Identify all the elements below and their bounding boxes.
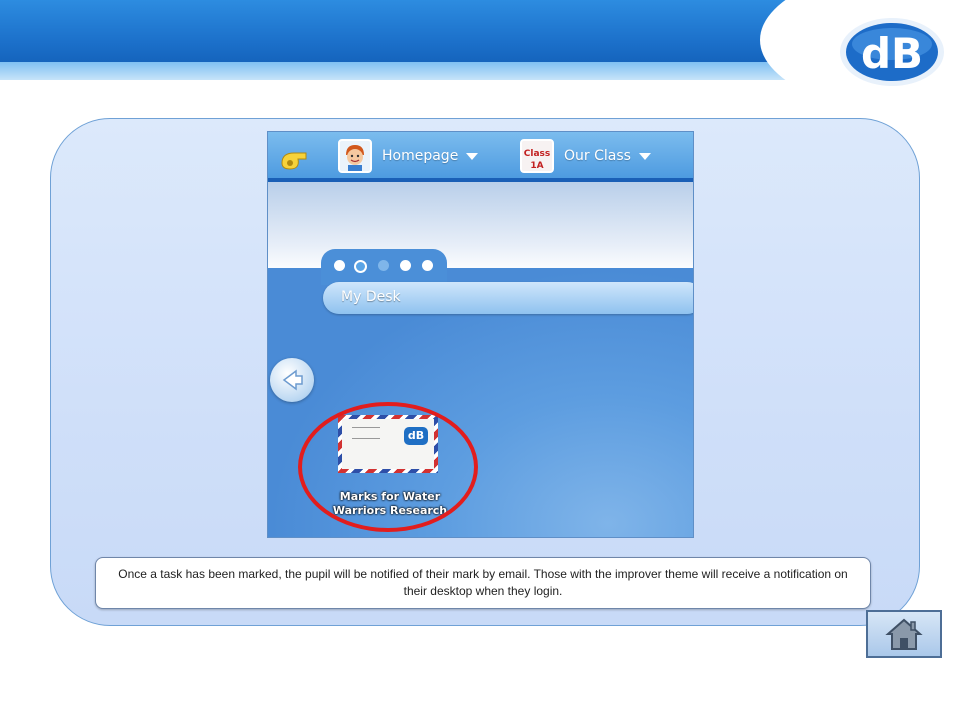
class-icon: Class 1A [520,139,554,173]
back-button[interactable] [270,358,314,402]
carousel-dot[interactable] [422,260,433,271]
nav-homepage-label: Homepage [382,148,459,164]
highlight-ring [298,402,478,532]
carousel-dot-active[interactable] [354,260,367,273]
screenshot-nav-bar: Homepage Class 1A Our Class [268,132,693,182]
nav-homepage[interactable]: Homepage [338,138,479,174]
whistle-icon[interactable] [278,142,310,178]
caption-text: Once a task has been marked, the pupil w… [118,567,848,598]
my-desk-title: My Desk [341,289,401,305]
carousel-dot[interactable] [378,260,389,271]
carousel-dot[interactable] [400,260,411,271]
logo-text: dB [861,29,923,78]
home-button[interactable] [866,610,942,658]
nav-our-class[interactable]: Class 1A Our Class [520,138,651,174]
caption-box: Once a task has been marked, the pupil w… [95,557,871,609]
chevron-down-icon [466,152,479,160]
carousel-dot[interactable] [334,260,345,271]
top-banner [0,0,960,80]
nav-our-class-label: Our Class [564,148,631,164]
class-icon-bottom-text: 1A [530,161,543,171]
class-icon-top-text: Class [524,149,550,159]
home-icon [885,618,923,650]
arrow-left-icon [282,369,303,391]
db-logo: dB [836,10,948,90]
chevron-down-icon [638,152,651,160]
my-desk-bar: My Desk [323,282,693,314]
avatar-icon [338,139,372,173]
